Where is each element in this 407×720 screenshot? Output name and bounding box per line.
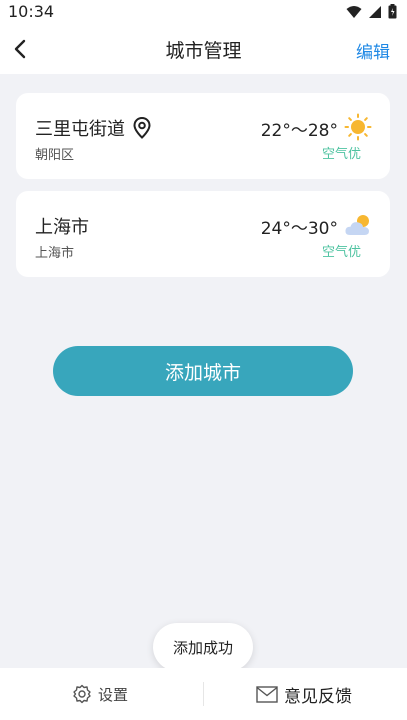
settings-button[interactable]: 设置	[72, 668, 128, 720]
location-pin-icon	[133, 117, 151, 139]
city-name: 三里屯街道	[35, 115, 151, 141]
air-quality-label: 空气优	[321, 245, 361, 260]
city-name: 上海市	[35, 213, 89, 239]
gear-icon	[73, 684, 91, 704]
status-time: 10:34	[8, 2, 55, 21]
city-card-sanlitun[interactable]: 三里屯街道 朝阳区 22°～28° 空气优	[16, 93, 390, 179]
wifi-icon	[346, 5, 362, 18]
mail-icon	[256, 685, 278, 703]
sunny-icon	[344, 113, 372, 141]
page-title: 城市管理	[165, 40, 242, 62]
district-label: 上海市	[35, 246, 75, 261]
battery-icon	[388, 4, 397, 19]
feedback-label: 意见反馈	[284, 686, 352, 707]
bottom-bar: 设置 意见反馈	[0, 668, 407, 720]
nav-bar: 城市管理 编辑	[0, 24, 407, 74]
city-name-label: 三里屯街道	[35, 119, 125, 140]
temperature-range: 24°～30°	[260, 219, 338, 239]
air-quality-label: 空气优	[321, 147, 361, 162]
city-card-shanghai[interactable]: 上海市 上海市 24°～30° 空气优	[16, 191, 390, 277]
feedback-button[interactable]: 意见反馈	[256, 668, 352, 720]
partly-cloudy-icon	[345, 215, 369, 235]
status-icons	[346, 4, 397, 19]
status-bar: 10:34	[0, 0, 407, 24]
edit-button[interactable]: 编辑	[356, 38, 390, 63]
settings-label: 设置	[98, 685, 129, 704]
city-name-label: 上海市	[35, 217, 89, 238]
district-label: 朝阳区	[35, 148, 75, 163]
temperature-range: 22°～28°	[260, 121, 338, 141]
bottom-divider	[203, 682, 204, 706]
add-city-button[interactable]: 添加城市	[53, 346, 353, 396]
toast-message: 添加成功	[153, 623, 253, 671]
signal-icon	[369, 5, 381, 18]
